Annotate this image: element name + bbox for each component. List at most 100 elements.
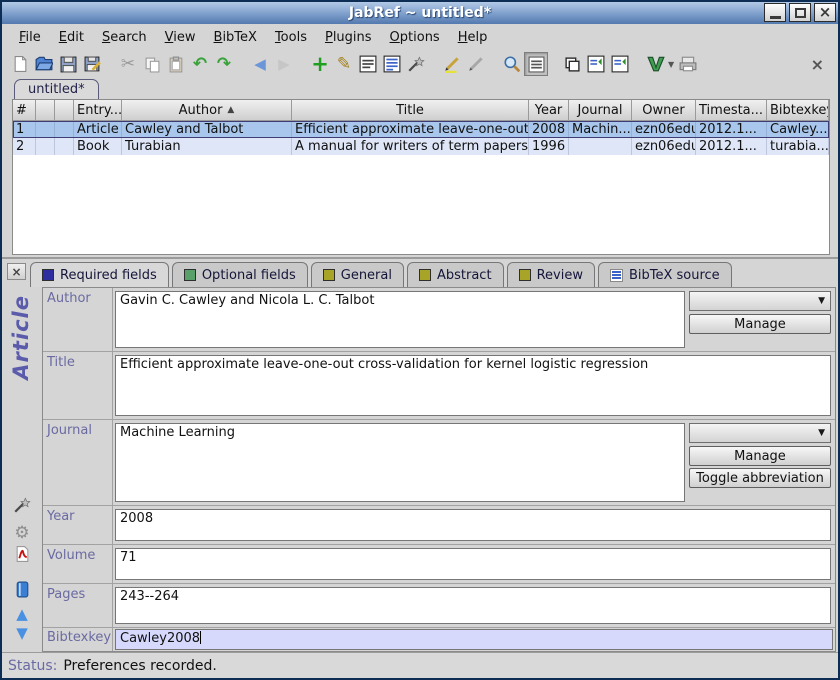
menu-file[interactable]: File — [10, 26, 50, 49]
column-header-timestamp[interactable]: Timesta... — [696, 100, 767, 121]
column-header-author[interactable]: Author▲ — [122, 100, 292, 121]
author-field[interactable]: Gavin C. Cawley and Nicola L. C. Talbot — [115, 291, 685, 348]
journal-autocomplete-dropdown[interactable]: ▼ — [689, 423, 831, 443]
redo-icon[interactable]: ↷ — [212, 52, 236, 76]
edit-entry-icon[interactable]: ✎ — [332, 52, 356, 76]
tab-required-fields[interactable]: Required fields — [30, 262, 169, 287]
author-manage-button[interactable]: Manage — [689, 314, 831, 334]
copy-icon[interactable] — [140, 52, 164, 76]
new-database-icon[interactable] — [8, 52, 32, 76]
openoffice-connect-icon[interactable] — [644, 52, 668, 76]
cell-owner[interactable]: ezn06edu — [632, 121, 696, 138]
column-header-owner[interactable]: Owner — [632, 100, 696, 121]
autoset-gear-icon[interactable]: ⚙ — [12, 523, 32, 543]
search-icon[interactable] — [500, 52, 524, 76]
cell-icon2[interactable] — [55, 121, 74, 138]
bibtexkey-field[interactable]: Cawley2008 — [115, 629, 833, 650]
cell-author[interactable]: Cawley and Talbot — [122, 121, 292, 138]
generate-key-wand-icon[interactable] — [12, 495, 32, 515]
new-entry-icon[interactable]: + — [308, 52, 332, 76]
mark-entries-icon[interactable] — [440, 52, 464, 76]
menu-options[interactable]: Options — [381, 26, 449, 49]
minimize-button[interactable] — [764, 3, 786, 22]
preview-entry-icon[interactable] — [356, 52, 380, 76]
menu-search[interactable]: Search — [93, 26, 156, 49]
entry-editor-close-button[interactable]: × — [7, 263, 26, 280]
cell-entrytype[interactable]: Article — [74, 121, 122, 138]
author-autocomplete-dropdown[interactable]: ▼ — [689, 291, 831, 311]
cell-title[interactable]: Efficient approximate leave-one-out... — [292, 121, 529, 138]
cell-icon1[interactable] — [36, 138, 55, 155]
cut-icon[interactable]: ✂ — [116, 52, 140, 76]
database-tab-untitled[interactable]: untitled* — [14, 79, 99, 99]
tab-abstract[interactable]: Abstract — [407, 262, 504, 287]
open-url-icon[interactable] — [12, 579, 32, 599]
menu-view[interactable]: View — [156, 26, 205, 49]
title-bar[interactable]: JabRef ~ untitled* × — [2, 2, 838, 24]
cell-year[interactable]: 1996 — [529, 138, 569, 155]
cell-number[interactable]: 2 — [13, 138, 36, 155]
volume-field[interactable]: 71 — [115, 548, 831, 580]
fetch-citeseer-icon[interactable] — [608, 52, 632, 76]
column-header-journal[interactable]: Journal — [569, 100, 632, 121]
cell-icon1[interactable] — [36, 121, 55, 138]
cell-title[interactable]: A manual for writers of term papers... — [292, 138, 529, 155]
column-header-icon2[interactable] — [55, 100, 74, 121]
maximize-button[interactable] — [789, 3, 811, 22]
fetch-medline-icon[interactable] — [584, 52, 608, 76]
journal-field[interactable]: Machine Learning — [115, 423, 685, 502]
column-header-title[interactable]: Title — [292, 100, 529, 121]
unmark-entries-icon[interactable] — [464, 52, 488, 76]
push-to-application-icon[interactable] — [676, 52, 700, 76]
cell-bibtexkey[interactable]: turabia... — [767, 138, 829, 155]
cell-journal[interactable] — [569, 138, 632, 155]
undo-icon[interactable]: ↶ — [188, 52, 212, 76]
cell-bibtexkey[interactable]: Cawley... — [767, 121, 829, 138]
save-database-as-icon[interactable] — [80, 52, 104, 76]
table-row[interactable]: 2 Book Turabian A manual for writers of … — [13, 138, 829, 155]
column-header-bibtexkey[interactable]: Bibtexkey — [767, 100, 829, 121]
save-database-icon[interactable] — [56, 52, 80, 76]
tab-review[interactable]: Review — [507, 262, 595, 287]
menu-plugins[interactable]: Plugins — [316, 26, 381, 49]
cell-timestamp[interactable]: 2012.1... — [696, 121, 767, 138]
year-field[interactable]: 2008 — [115, 509, 831, 541]
menu-edit[interactable]: Edit — [50, 26, 93, 49]
tab-optional-fields[interactable]: Optional fields — [172, 262, 308, 287]
cell-journal[interactable]: Machin... — [569, 121, 632, 138]
close-pane-icon[interactable]: × — [811, 55, 824, 74]
cell-number[interactable]: 1 — [13, 121, 36, 138]
menu-tools[interactable]: Tools — [266, 26, 316, 49]
cell-year[interactable]: 2008 — [529, 121, 569, 138]
cell-owner[interactable]: ezn06edu — [632, 138, 696, 155]
column-header-number[interactable]: # — [13, 100, 36, 121]
toggle-preview-icon[interactable] — [524, 52, 548, 76]
cleanup-entries-icon[interactable] — [404, 52, 428, 76]
cell-author[interactable]: Turabian — [122, 138, 292, 155]
table-row-selected[interactable]: 1 Article Cawley and Talbot Efficient ap… — [13, 121, 829, 138]
back-icon[interactable]: ◀ — [248, 52, 272, 76]
pages-field[interactable]: 243--264 — [115, 587, 831, 624]
edit-bibtex-source-icon[interactable] — [380, 52, 404, 76]
tab-general[interactable]: General — [311, 262, 404, 287]
menu-help[interactable]: Help — [449, 26, 497, 49]
column-header-entrytype[interactable]: Entry... — [74, 100, 122, 121]
duplicate-entry-icon[interactable] — [560, 52, 584, 76]
cell-timestamp[interactable]: 2012.1... — [696, 138, 767, 155]
title-field[interactable]: Efficient approximate leave-one-out cros… — [115, 355, 831, 416]
menu-bibtex[interactable]: BibTeX — [205, 26, 266, 49]
paste-icon[interactable] — [164, 52, 188, 76]
column-header-icon1[interactable] — [36, 100, 55, 121]
forward-icon[interactable]: ▶ — [272, 52, 296, 76]
journal-manage-button[interactable]: Manage — [689, 446, 831, 466]
column-header-year[interactable]: Year — [529, 100, 569, 121]
pdf-icon[interactable] — [12, 544, 32, 564]
open-database-icon[interactable] — [32, 52, 56, 76]
close-button[interactable]: × — [814, 3, 836, 22]
openoffice-dropdown-icon[interactable]: ▼ — [668, 60, 674, 69]
cell-icon2[interactable] — [55, 138, 74, 155]
previous-entry-icon[interactable]: ▲ — [12, 604, 32, 624]
tab-bibtex-source[interactable]: BibTeX source — [598, 262, 732, 287]
next-entry-icon[interactable]: ▼ — [12, 623, 32, 643]
cell-entrytype[interactable]: Book — [74, 138, 122, 155]
